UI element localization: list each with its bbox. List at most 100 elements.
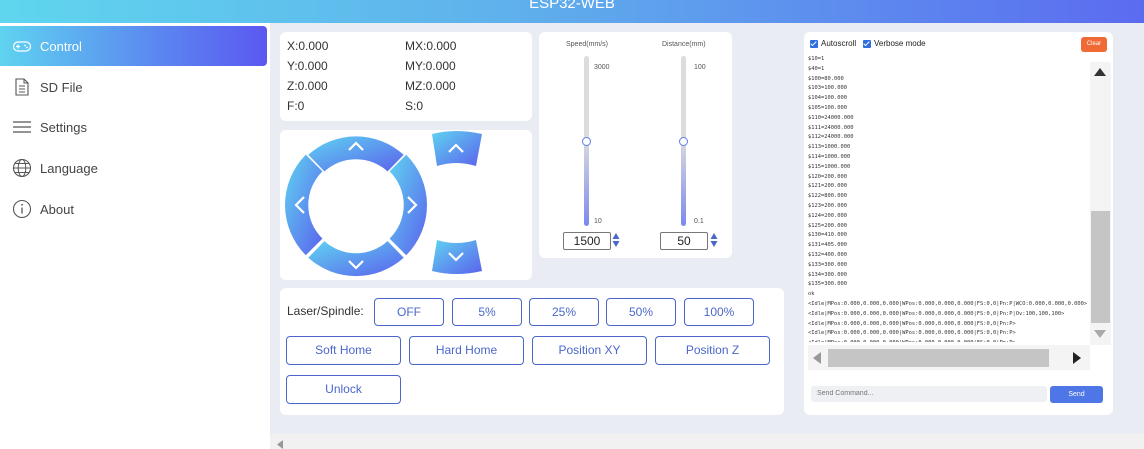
- console-line: $111=24000.000: [808, 124, 854, 131]
- console-line: $123=200.000: [808, 202, 847, 209]
- scroll-up-icon[interactable]: [1094, 68, 1106, 76]
- jog-z-plus-button[interactable]: [432, 131, 482, 166]
- sidebar-item-language[interactable]: Language: [0, 148, 267, 188]
- laser-100-button[interactable]: 100%: [684, 298, 754, 326]
- distance-label: Distance(mm): [662, 41, 706, 48]
- position-xy-button[interactable]: Position XY: [532, 336, 647, 365]
- distance-max: 100: [694, 64, 706, 71]
- speed-max: 3000: [594, 64, 610, 71]
- laser-label: Laser/Spindle:: [287, 304, 364, 318]
- console-line: $131=405.000: [808, 242, 847, 249]
- soft-home-button[interactable]: Soft Home: [286, 336, 401, 365]
- console-line: $103=100.000: [808, 85, 847, 92]
- console-line: $40=1: [808, 65, 825, 72]
- sidebar-item-label: About: [40, 201, 74, 217]
- autoscroll-checkbox[interactable]: [810, 39, 818, 48]
- laser-5-button[interactable]: 5%: [452, 298, 522, 326]
- console-line: <Idle|MPos:0.000,0.000,0.000|WPos:0.000,…: [808, 330, 1016, 337]
- distance-input[interactable]: 50: [660, 232, 708, 250]
- z-position: Z:0.000: [287, 79, 328, 93]
- jog-z-minus-button[interactable]: [432, 240, 482, 274]
- sidebar-item-control[interactable]: Control: [0, 26, 267, 66]
- hard-home-button[interactable]: Hard Home: [409, 336, 524, 365]
- console-line: $120=200.000: [808, 173, 847, 180]
- console-line: <Idle|MPos:0.000,0.000,0.000|WPos:0.000,…: [808, 320, 1016, 327]
- autoscroll-toggle[interactable]: Autoscroll: [810, 39, 856, 48]
- verbose-checkbox[interactable]: [863, 39, 871, 48]
- speed-min: 10: [594, 218, 602, 225]
- speed-slider-handle[interactable]: [582, 137, 591, 146]
- page-horizontal-scrollbar[interactable]: [270, 434, 1144, 449]
- console-line: $115=1000.000: [808, 163, 851, 170]
- jog-x-minus-button[interactable]: [285, 154, 323, 256]
- clear-button[interactable]: Clear: [1081, 37, 1107, 52]
- console-line: $113=1000.000: [808, 144, 851, 151]
- console-line: $114=1000.000: [808, 153, 851, 160]
- console-line: $125=200.000: [808, 222, 847, 229]
- laser-off-button[interactable]: OFF: [374, 298, 444, 326]
- console-line: $105=100.000: [808, 104, 847, 111]
- sidebar-item-label: Language: [40, 160, 98, 176]
- mz-position: MZ:0.000: [405, 79, 456, 93]
- sidebar-item-about[interactable]: About: [0, 189, 267, 229]
- speed-stepper-icon[interactable]: [612, 232, 620, 248]
- unlock-button[interactable]: Unlock: [286, 375, 401, 404]
- jog-pad: [285, 131, 482, 277]
- sidebar-item-sd-file[interactable]: SD File: [0, 67, 267, 107]
- mx-position: MX:0.000: [405, 39, 457, 53]
- title-bar: ESP32-WEB: [0, 0, 1144, 23]
- gamepad-icon: [12, 41, 32, 52]
- my-position: MY:0.000: [405, 59, 456, 73]
- sidebar-item-settings[interactable]: Settings: [0, 107, 267, 147]
- console-horizontal-scroll-thumb[interactable]: [828, 349, 1049, 367]
- speed-input[interactable]: 1500: [563, 232, 611, 250]
- console-line: $132=400.000: [808, 251, 847, 258]
- console-line: $100=80.000: [808, 75, 844, 82]
- jog-y-plus-button[interactable]: [308, 136, 404, 172]
- distance-stepper-icon[interactable]: [710, 232, 718, 248]
- console-line: <Idle|MPos:0.000,0.000,0.000|WPos:0.000,…: [808, 339, 1090, 342]
- y-position: Y:0.000: [287, 59, 328, 73]
- console-line: ok: [808, 291, 815, 298]
- menu-icon: [13, 121, 31, 133]
- distance-slider-handle[interactable]: [679, 137, 688, 146]
- scroll-right-icon[interactable]: [1073, 352, 1081, 364]
- laser-50-button[interactable]: 50%: [606, 298, 676, 326]
- console-line: $112=24000.000: [808, 134, 854, 141]
- verbose-label: Verbose mode: [874, 39, 926, 48]
- sidebar-item-label: Settings: [40, 119, 87, 135]
- console-line: $135=300.000: [808, 281, 847, 288]
- file-icon: [15, 78, 29, 96]
- command-input[interactable]: [811, 386, 1047, 402]
- scroll-left-icon[interactable]: [813, 352, 821, 364]
- console-line: $104=100.000: [808, 95, 847, 102]
- verbose-toggle[interactable]: Verbose mode: [863, 39, 926, 48]
- console-line: $110=24000.000: [808, 114, 854, 121]
- info-icon: [12, 199, 32, 219]
- page-scroll-left-icon[interactable]: [277, 440, 283, 449]
- console-line: $130=410.000: [808, 232, 847, 239]
- scroll-down-icon[interactable]: [1094, 330, 1106, 338]
- sidebar: Control SD File Settings Language About: [0, 23, 270, 449]
- globe-icon: [12, 158, 32, 178]
- jog-x-plus-button[interactable]: [389, 154, 427, 256]
- x-position: X:0.000: [287, 39, 329, 53]
- console-vertical-scroll-thumb[interactable]: [1091, 211, 1110, 323]
- position-z-button[interactable]: Position Z: [655, 336, 770, 365]
- console-line: <Idle|MPos:0.000,0.000,0.000|WPos:0.000,…: [808, 300, 1088, 307]
- spindle-speed: S:0: [405, 99, 424, 113]
- laser-25-button[interactable]: 25%: [529, 298, 599, 326]
- console-log: $10=1 $40=1 $100=80.000 $103=100.000 $104=10…: [808, 55, 1090, 342]
- console-line: $10=1: [808, 56, 825, 62]
- console-line: <Idle|MPos:0.000,0.000,0.000|WPos:0.000,…: [808, 310, 1065, 317]
- app-title: ESP32-WEB: [529, 0, 615, 12]
- console-line: $133=300.000: [808, 261, 847, 268]
- sidebar-item-label: Control: [40, 38, 82, 54]
- send-button[interactable]: Send: [1050, 386, 1103, 403]
- console-line: $124=200.000: [808, 212, 847, 219]
- distance-min: 0.1: [694, 218, 704, 225]
- speed-label: Speed(mm/s): [566, 41, 609, 48]
- feed-rate: F:0: [287, 99, 305, 113]
- autoscroll-label: Autoscroll: [821, 39, 857, 48]
- jog-y-minus-button[interactable]: [308, 241, 404, 277]
